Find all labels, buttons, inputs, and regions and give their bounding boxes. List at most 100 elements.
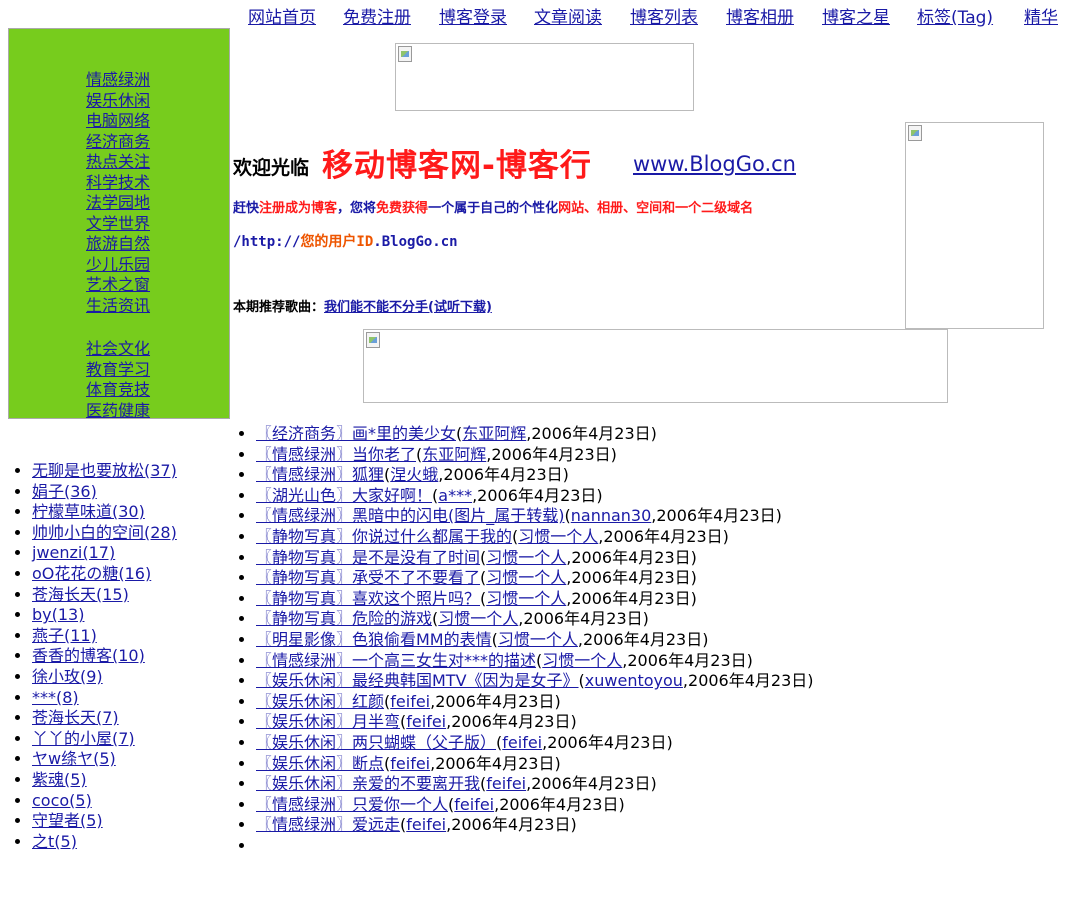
article-title-link[interactable]: 〖情感绿洲〗当你老了	[256, 445, 416, 464]
article-title-link[interactable]: 〖娱乐休闲〗红颜	[256, 692, 384, 711]
article-date: ,2006年4月23日)	[566, 547, 697, 567]
article-author-link[interactable]: xuwentoyou	[585, 671, 683, 690]
article-author-link[interactable]: a***	[438, 486, 472, 505]
sidebar-category-item: 医药健康	[86, 401, 150, 422]
article-title-link[interactable]: 〖娱乐休闲〗亲爱的不要离开我	[256, 774, 480, 793]
article-title-link[interactable]: 〖静物写真〗是不是没有了时间	[256, 548, 480, 567]
article-title-link[interactable]: 〖情感绿洲〗黑暗中的闪电(图片_属于转载)	[256, 506, 565, 525]
sidebar-category-item: 艺术之窗	[86, 275, 150, 296]
article-author-link[interactable]: feifei	[390, 692, 430, 711]
song-link[interactable]: 我们能不能不分手(试听下载)	[324, 300, 492, 315]
article-title-link[interactable]: 〖情感绿洲〗一个高三女生对***的描述	[256, 651, 536, 670]
sidebar-category-link[interactable]: 生活资讯	[86, 296, 150, 315]
sidebar-category-link[interactable]: 艺术之窗	[86, 275, 150, 294]
article-title-link[interactable]: 〖情感绿洲〗只爱你一个人	[256, 795, 448, 814]
article-date: ,2006年4月23日)	[542, 732, 673, 752]
article-author-link[interactable]: 习惯一个人	[542, 651, 622, 670]
promo-part: 一个属于自己的个性化	[428, 201, 559, 216]
sidebar-category-item: 教育学习	[86, 360, 150, 381]
promo-text: 赶快注册成为博客，您将免费获得一个属于自己的个性化网站、相册、空间和一个二级域名	[233, 197, 753, 216]
article-author-link[interactable]: 习惯一个人	[486, 568, 566, 587]
sidebar-category-link[interactable]: 文学世界	[86, 214, 150, 233]
article-author-link[interactable]: feifei	[454, 795, 494, 814]
sidebar-category-link[interactable]: 娱乐休闲	[86, 91, 150, 110]
article-list-item: 〖湖光山色〗大家好啊！(a***,2006年4月23日)	[256, 486, 824, 507]
article-title-link[interactable]: 〖娱乐休闲〗两只蝴蝶（父子版）	[256, 733, 496, 752]
sidebar-category-link[interactable]: 旅游自然	[86, 234, 150, 253]
sidebar-category-link[interactable]: 教育学习	[86, 360, 150, 379]
nav-register-link[interactable]: 免费注册	[343, 7, 411, 29]
sidebar-category-link[interactable]: 经济商务	[86, 132, 150, 151]
article-author-link[interactable]: 东亚阿辉	[422, 445, 486, 464]
site-name: 移动博客网-博客行	[322, 148, 592, 184]
nav-blogstar-link[interactable]: 博客之星	[822, 7, 890, 29]
sidebar-category-link[interactable]: 科学技术	[86, 173, 150, 192]
article-author-link[interactable]: 习惯一个人	[498, 630, 578, 649]
article-title-link[interactable]: 〖明星影像〗色狼偷看MM的表情	[256, 630, 492, 649]
article-title-link[interactable]: 〖湖光山色〗大家好啊！	[256, 486, 432, 505]
article-author-link[interactable]: nannan30	[571, 506, 652, 525]
article-title-link[interactable]: 〖娱乐休闲〗月半弯	[256, 712, 400, 731]
article-date: ,2006年4月23日)	[566, 588, 697, 608]
article-title-link[interactable]: 〖经济商务〗画*里的美少女	[256, 424, 456, 443]
article-author-link[interactable]: 习惯一个人	[438, 609, 518, 628]
article-author-link[interactable]: 习惯一个人	[518, 527, 598, 546]
nav-featured-link[interactable]: 精华	[1024, 7, 1058, 29]
broken-image-icon	[908, 125, 922, 141]
article-author-link[interactable]: 习惯一个人	[486, 548, 566, 567]
article-date: ,2006年4月23日)	[446, 712, 577, 732]
nav-login-link[interactable]: 博客登录	[439, 7, 507, 29]
article-author-link[interactable]: 习惯一个人	[486, 589, 566, 608]
nav-bloglist-link[interactable]: 博客列表	[630, 7, 698, 29]
article-date: ,2006年4月23日)	[577, 629, 709, 649]
sidebar-category-link[interactable]: 电脑网络	[86, 111, 150, 130]
article-author-link[interactable]: 东亚阿辉	[462, 424, 526, 443]
article-date: ,2006年4月23日)	[622, 650, 753, 670]
article-list-item: 〖明星影像〗色狼偷看MM的表情(习惯一个人,2006年4月23日)	[256, 630, 824, 651]
nav-album-link[interactable]: 博客相册	[726, 7, 794, 29]
article-author-link[interactable]: feifei	[406, 712, 446, 731]
article-title-link[interactable]: 〖娱乐休闲〗最经典韩国MTV《因为是女子》	[256, 671, 579, 690]
article-title-link[interactable]: 〖情感绿洲〗爱远走	[256, 815, 400, 834]
article-author-link[interactable]: feifei	[406, 815, 446, 834]
article-title-link[interactable]: 〖娱乐休闲〗断点	[256, 754, 384, 773]
sidebar-category-link[interactable]: 社会文化	[86, 339, 150, 358]
nav-home-link[interactable]: 网站首页	[248, 7, 316, 29]
article-title-link[interactable]: 〖静物写真〗喜欢这个照片吗？	[256, 589, 480, 608]
sidebar-category-link[interactable]: 法学园地	[86, 193, 150, 212]
domain-host: .BlogGo.cn	[373, 234, 458, 250]
article-list-item: 〖娱乐休闲〗最经典韩国MTV《因为是女子》(xuwentoyou,2006年4月…	[256, 671, 824, 692]
article-list-item: 〖情感绿洲〗当你老了(东亚阿辉,2006年4月23日)	[256, 445, 824, 466]
article-date: ,2006年4月23日)	[566, 568, 697, 588]
top-banner-image	[395, 43, 694, 111]
article-author-link[interactable]: 涅火蛾	[390, 465, 438, 484]
sidebar-category-link[interactable]: 医药健康	[86, 401, 150, 420]
article-author-link[interactable]: feifei	[390, 754, 430, 773]
article-title-link[interactable]: 〖静物写真〗你说过什么都属于我的	[256, 527, 512, 546]
article-title-link[interactable]: 〖静物写真〗承受不了不要看了	[256, 568, 480, 587]
sidebar-category-link[interactable]: 热点关注	[86, 152, 150, 171]
sidebar-category-item: 社会文化	[86, 339, 150, 360]
article-author-link[interactable]: feifei	[502, 733, 542, 752]
sidebar-category-link[interactable]: 体育竞技	[86, 380, 150, 399]
article-author-link[interactable]: feifei	[486, 774, 526, 793]
category-sidebar: 情感绿洲娱乐休闲 电脑网络经济商务 热点关注科学技术 法学园地文学世界 旅游自然少儿乐园…	[8, 28, 230, 421]
article-date: ,2006年4月23日)	[518, 609, 649, 629]
article-date: ,2006年4月23日)	[494, 794, 625, 814]
sidebar-category-item: 科学技术	[86, 173, 150, 194]
category-list-secondary: 社会文化教育学习 体育竞技医药健康	[86, 339, 150, 421]
article-title-link[interactable]: 〖静物写真〗危险的游戏	[256, 609, 432, 628]
article-list-item: 〖静物写真〗承受不了不要看了(习惯一个人,2006年4月23日)	[256, 568, 824, 589]
sidebar-category-link[interactable]: 少儿乐园	[86, 255, 150, 274]
site-url-link[interactable]: www.BlogGo.cn	[633, 152, 796, 176]
subdomain-example: /http://您的用户ID.BlogGo.cn	[233, 231, 458, 251]
song-label: 本期推荐歌曲：	[233, 300, 325, 315]
article-list-item: 〖娱乐休闲〗断点(feifei,2006年4月23日)	[256, 754, 824, 775]
article-list-item: 〖静物写真〗喜欢这个照片吗？(习惯一个人,2006年4月23日)	[256, 589, 824, 610]
sidebar-category-item: 娱乐休闲	[86, 91, 150, 112]
nav-tag-link[interactable]: 标签(Tag)	[917, 7, 993, 29]
nav-articles-link[interactable]: 文章阅读	[534, 7, 602, 29]
article-title-link[interactable]: 〖情感绿洲〗狐狸	[256, 465, 384, 484]
sidebar-category-link[interactable]: 情感绿洲	[86, 70, 150, 89]
sidebar-category-item: 生活资讯	[86, 296, 150, 317]
